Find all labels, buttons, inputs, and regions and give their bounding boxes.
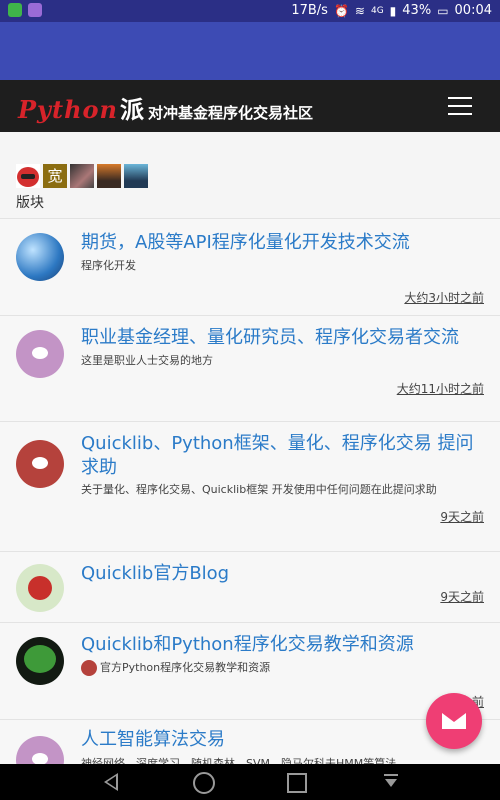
forum-time[interactable]: 9天之前 (440, 508, 484, 525)
user-avatar[interactable]: 宽 (43, 164, 67, 188)
site-logo[interactable]: Python 派 对冲基金程序化交易社区 (18, 90, 313, 125)
forum-desc: 官方Python程序化交易教学和资源 (100, 661, 271, 674)
forum-desc: 神经网络、深度学习、随机森林、SVM、隐马尔科夫HMM等算法 (81, 757, 397, 764)
alarm-icon: ⏰ (333, 3, 349, 18)
forum-time[interactable]: 9天之前 (440, 588, 484, 605)
list-item[interactable]: 期货，A股等API程序化量化开发技术交流 程序化开发 大约3小时之前 (0, 218, 500, 315)
comments-icon (32, 753, 48, 764)
forum-title[interactable]: Quicklib、Python框架、量化、程序化交易 提问求助 (81, 432, 486, 480)
comments-icon (32, 347, 48, 359)
forum-avatar (16, 330, 64, 378)
logo-subtitle: 对冲基金程序化交易社区 (147, 104, 313, 122)
list-item[interactable]: Quicklib、Python框架、量化、程序化交易 提问求助 关于量化、程序化… (0, 421, 500, 551)
list-item[interactable]: Quicklib官方Blog 9天之前 (0, 551, 500, 622)
notification-app-icon (28, 3, 42, 17)
user-avatar[interactable] (70, 164, 94, 188)
list-item[interactable]: Quicklib和Python程序化交易教学和资源 官方Python程序化交易教… (0, 622, 500, 719)
site-header: Python 派 对冲基金程序化交易社区 (0, 80, 500, 132)
forum-avatar (16, 736, 64, 764)
comments-icon (32, 457, 48, 469)
forum-list: 期货，A股等API程序化量化开发技术交流 程序化开发 大约3小时之前 职业基金经… (0, 218, 500, 764)
system-nav-bar (0, 764, 500, 800)
hamburger-menu-icon[interactable] (448, 97, 472, 115)
forum-time[interactable]: 大约3小时之前 (404, 289, 484, 306)
recent-apps-icon[interactable] (287, 773, 307, 793)
online-users: 宽 (16, 164, 148, 188)
app-top-bar (0, 22, 500, 80)
clock: 00:04 (454, 3, 492, 18)
network-speed: 17B/s (291, 3, 328, 18)
user-avatar[interactable] (124, 164, 148, 188)
battery-icon: ▭ (437, 3, 449, 18)
user-avatar[interactable] (97, 164, 121, 188)
section-label: 版块 (16, 195, 44, 211)
forum-desc: 关于量化、程序化交易、Quicklib框架 开发使用中任何问题在此提问求助 (81, 483, 437, 496)
back-icon[interactable] (100, 771, 122, 793)
home-icon[interactable] (193, 772, 215, 794)
forum-time[interactable]: 大约11小时之前 (397, 380, 484, 397)
forum-title[interactable]: 期货，A股等API程序化量化开发技术交流 (81, 231, 486, 255)
network-type: 4G (370, 5, 384, 16)
logo-python: Python (18, 95, 118, 124)
envelope-icon (442, 713, 466, 729)
forum-title[interactable]: 职业基金经理、量化研究员、程序化交易者交流 (81, 326, 486, 350)
forum-title[interactable]: Quicklib官方Blog (81, 562, 486, 586)
compose-message-button[interactable] (426, 693, 482, 749)
notification-app-icon (8, 3, 22, 17)
main-content: 宽 版块 期货，A股等API程序化量化开发技术交流 程序化开发 大约3小时之前 … (0, 132, 500, 764)
logo-pai: 派 (119, 96, 144, 124)
user-avatar[interactable] (16, 164, 40, 188)
comments-icon (81, 660, 97, 676)
forum-avatar (16, 440, 64, 488)
signal-icon: ▮ (389, 3, 397, 18)
wifi-icon: ≋ (354, 3, 365, 18)
globe-icon (16, 233, 64, 281)
forum-title[interactable]: Quicklib和Python程序化交易教学和资源 (81, 633, 486, 657)
frog-icon (16, 637, 64, 685)
notification-pull-icon[interactable] (380, 771, 402, 793)
forum-desc: 程序化开发 (81, 259, 136, 272)
forum-desc: 这里是职业人士交易的地方 (81, 354, 213, 367)
list-item[interactable]: 职业基金经理、量化研究员、程序化交易者交流 这里是职业人士交易的地方 大约11小… (0, 315, 500, 421)
forum-desc-row: 官方Python程序化交易教学和资源 (81, 660, 486, 676)
forum-title[interactable]: 人工智能算法交易 (81, 728, 486, 752)
list-item[interactable]: 人工智能算法交易 神经网络、深度学习、随机森林、SVM、隐马尔科夫HMM等算法 (0, 719, 500, 764)
apple-icon (16, 564, 64, 612)
status-bar: 17B/s ⏰ ≋ 4G ▮ 43% ▭ 00:04 (0, 0, 500, 22)
battery-level: 43% (402, 3, 432, 18)
